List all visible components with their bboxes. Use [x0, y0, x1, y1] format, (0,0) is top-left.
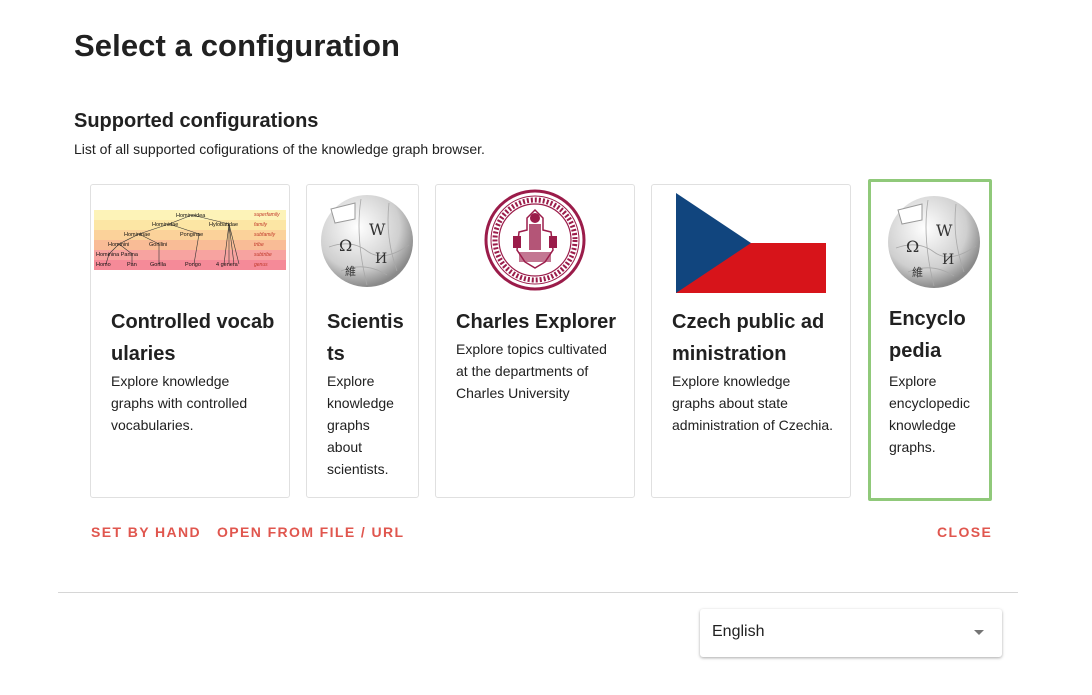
language-select[interactable]: English: [700, 609, 1002, 657]
card-description: Explore encyclopedic knowledge graphs.: [889, 373, 970, 455]
section-title: Supported configurations: [74, 110, 319, 132]
config-card-controlled-vocabularies[interactable]: Hominoidea Hominidae Hylobatidae Hominin…: [90, 184, 290, 498]
taxonomy-rank: family: [254, 222, 268, 228]
taxonomy-rank: subtribe: [254, 252, 272, 258]
czech-flag-icon: [652, 185, 850, 293]
card-title: Charles Explorer: [456, 311, 617, 333]
svg-text:Ω: Ω: [339, 236, 352, 255]
taxonomy-rank: subfamily: [254, 232, 276, 238]
taxonomy-node: Gorillini: [149, 242, 167, 248]
dropdown-arrow-icon: [974, 630, 984, 635]
divider: [58, 592, 1018, 593]
open-from-file-button[interactable]: OPEN FROM FILE / URL: [217, 524, 404, 540]
taxonomy-rank: tribe: [254, 242, 264, 248]
taxonomy-node: Homininae: [124, 232, 150, 238]
card-description: Explore knowledge graphs about state adm…: [672, 373, 834, 433]
taxonomy-node: 4 genera: [216, 262, 239, 268]
svg-text:維: 維: [345, 265, 356, 278]
taxonomy-node: Hominidae: [152, 222, 178, 228]
taxonomy-node: Homo: [96, 262, 111, 268]
config-card-charles-explorer[interactable]: Charles Explorer Explore topics cultivat…: [435, 184, 635, 498]
card-title: Scientists: [327, 311, 404, 365]
taxonomy-node: Hylobatidae: [209, 222, 238, 228]
card-description: Explore knowledge graphs about scientist…: [327, 373, 394, 477]
svg-text:W: W: [369, 220, 386, 239]
charles-university-seal-icon: [436, 185, 634, 293]
page-title: Select a configuration: [74, 28, 401, 63]
wikipedia-globe-icon: Ω W И 維: [871, 186, 989, 294]
svg-text:Ω: Ω: [906, 237, 919, 256]
taxonomy-node: Hominina Panina: [96, 252, 139, 258]
taxonomy-node: Gorilla: [150, 262, 167, 268]
section-description: List of all supported cofigurations of t…: [74, 141, 485, 157]
svg-text:維: 維: [912, 266, 923, 279]
card-description: Explore knowledge graphs with controlled…: [111, 373, 248, 433]
svg-text:W: W: [936, 221, 953, 240]
taxonomy-node: Pongo: [185, 262, 201, 268]
config-card-scientists[interactable]: Ω W И 維 Scientists Explore knowledge gra…: [306, 184, 419, 498]
config-card-encyclopedia[interactable]: Ω W И 維 Encyclopedia Explore encyclopedi…: [868, 179, 992, 501]
taxonomy-node: Pan: [127, 262, 137, 268]
language-select-value: English: [712, 623, 765, 640]
taxonomy-rank: genus: [254, 262, 268, 268]
config-card-czech-public-administration[interactable]: Czech public administration Explore know…: [651, 184, 851, 498]
card-title: Czech public administration: [672, 311, 825, 365]
close-button[interactable]: CLOSE: [937, 524, 992, 540]
svg-text:И: И: [375, 251, 387, 267]
set-by-hand-button[interactable]: SET BY HAND: [91, 524, 201, 540]
taxonomy-node: Hominoidea: [176, 213, 206, 219]
card-title: Encyclopedia: [889, 308, 966, 362]
svg-text:И: И: [942, 252, 954, 268]
card-description: Explore topics cultivated at the departm…: [456, 341, 607, 401]
card-title: Controlled vocabularies: [111, 311, 275, 365]
taxonomy-node: Ponginae: [180, 232, 203, 238]
taxonomy-diagram-image: Hominoidea Hominidae Hylobatidae Hominin…: [91, 185, 289, 293]
taxonomy-rank: superfamily: [254, 212, 280, 218]
taxonomy-node: Hominini: [108, 242, 129, 248]
wikipedia-globe-icon: Ω W И 維: [307, 185, 418, 293]
